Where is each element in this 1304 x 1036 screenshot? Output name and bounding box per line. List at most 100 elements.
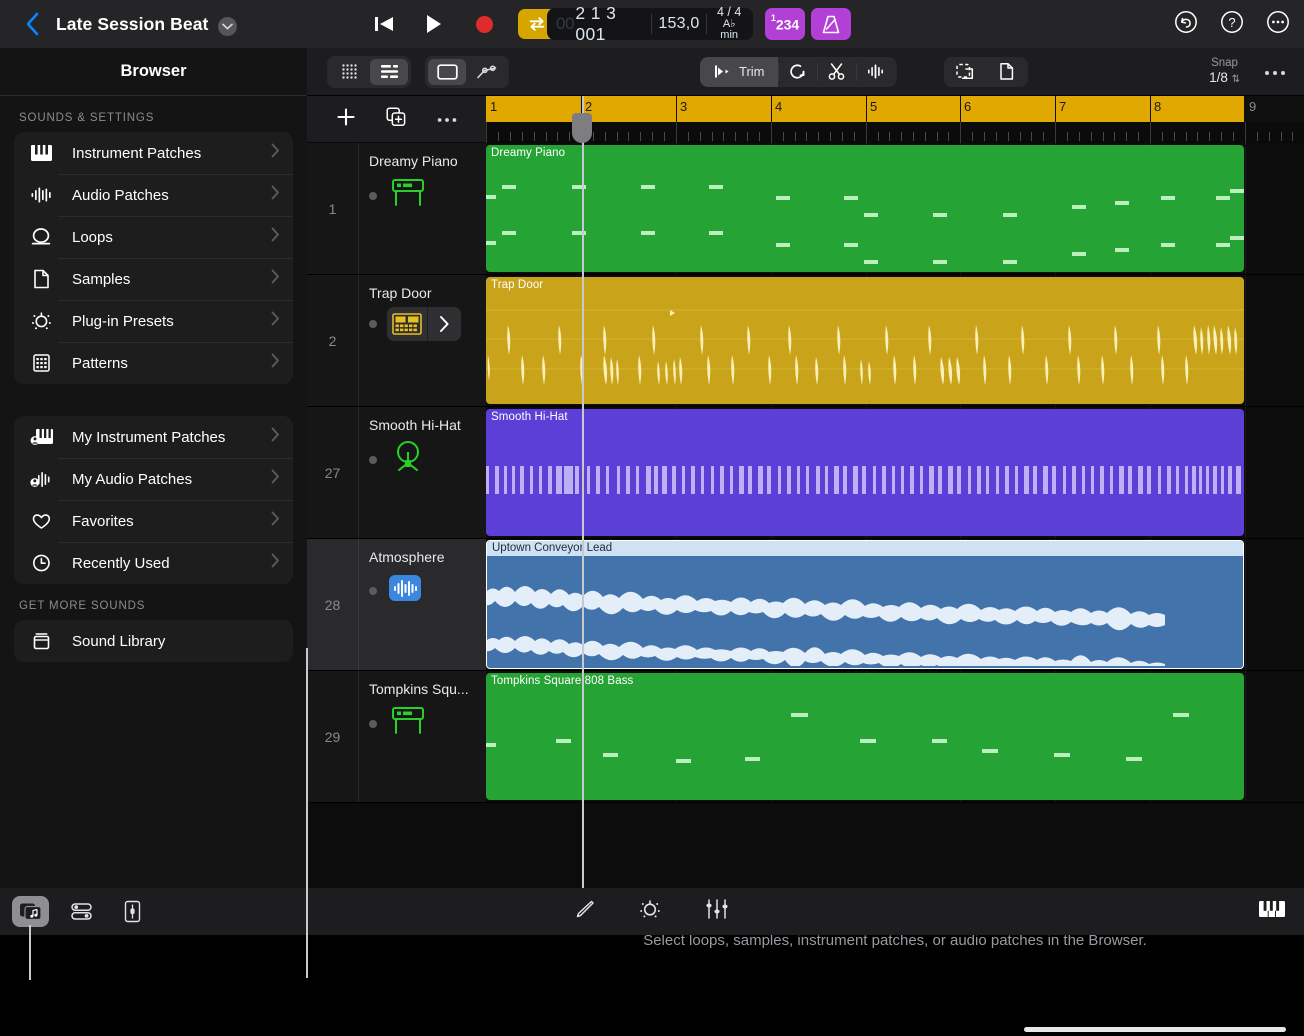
automation-icon: [477, 64, 497, 78]
fade-tool-button[interactable]: [855, 57, 897, 87]
track-info: Dreamy Piano: [359, 143, 486, 274]
count-in-label: 1234: [770, 12, 800, 33]
sidebar-item-patterns[interactable]: Patterns: [14, 342, 293, 384]
hihat-icon[interactable]: [387, 439, 429, 480]
count-in-button[interactable]: 1234: [765, 8, 805, 40]
select-all-button[interactable]: [944, 57, 986, 87]
playhead-handle[interactable]: [572, 113, 592, 143]
track-record-dot[interactable]: [369, 191, 377, 200]
electric-piano-icon[interactable]: [387, 703, 429, 744]
cells-view-button[interactable]: [330, 59, 368, 85]
record-icon: [475, 15, 493, 33]
region[interactable]: Tompkins Square 808 Bass: [486, 673, 1244, 800]
sidebar-item-my-instrument-patches[interactable]: My Instrument Patches: [14, 416, 293, 458]
help-button[interactable]: ?: [1220, 10, 1244, 39]
chevron-right-icon[interactable]: [427, 307, 461, 341]
loop-tool-button[interactable]: [777, 57, 817, 87]
instrument-button[interactable]: [387, 307, 461, 341]
track-lane[interactable]: Dreamy Piano: [486, 143, 1304, 274]
drummer-hits: [486, 309, 1244, 385]
sidebar-item-plugin-presets[interactable]: Plug-in Presets: [14, 300, 293, 342]
duplicate-track-button[interactable]: [386, 106, 406, 132]
chevron-right-icon: [271, 227, 280, 247]
track-record-dot[interactable]: [369, 320, 377, 328]
automation-button[interactable]: [468, 59, 506, 85]
track-list-more-button[interactable]: [437, 110, 457, 128]
play-button[interactable]: [418, 8, 450, 40]
view-mode-segment: [327, 55, 411, 88]
metronome-button[interactable]: [811, 8, 851, 40]
more-button[interactable]: [1266, 10, 1290, 39]
ruler-bar-label: 5: [870, 99, 878, 114]
knob-icon: [30, 311, 64, 331]
track-record-dot[interactable]: [369, 719, 377, 728]
region[interactable]: Trap Door: [486, 277, 1244, 404]
track-header[interactable]: 2 Trap Door: [307, 275, 486, 406]
track-header[interactable]: 29 Tompkins Squ...: [307, 671, 486, 802]
lcd-display[interactable]: 00 2 1 3 001 153,0 4 / 4 A♭ min: [547, 3, 753, 44]
pencil-button[interactable]: [574, 898, 596, 925]
back-button[interactable]: [12, 0, 52, 48]
sidebar-item-label: Audio Patches: [72, 186, 169, 204]
rewind-button[interactable]: [368, 8, 400, 40]
track-header[interactable]: 28 Atmosphere: [307, 539, 486, 670]
drum-machine-icon: [387, 307, 427, 341]
plugin-button[interactable]: [638, 898, 662, 925]
duplicate-button[interactable]: [986, 57, 1028, 87]
snap-label: Snap: [1211, 56, 1238, 69]
trim-tool-button[interactable]: Trim: [700, 56, 778, 87]
more-icon: [1267, 10, 1289, 33]
mixer-faders-button[interactable]: [704, 898, 730, 925]
track-record-dot[interactable]: [369, 455, 377, 464]
lcd-tempo: 153,0: [658, 15, 700, 32]
sidebar-item-samples[interactable]: Samples: [14, 258, 293, 300]
record-button[interactable]: [468, 8, 500, 40]
track-lane[interactable]: Smooth Hi-Hat: [486, 407, 1304, 538]
scissors-tool-button[interactable]: [816, 57, 856, 87]
keyboard-button[interactable]: [1258, 898, 1286, 925]
track-lane[interactable]: Trap Door: [486, 275, 1304, 406]
region[interactable]: Smooth Hi-Hat: [486, 409, 1244, 536]
undo-button[interactable]: [1174, 10, 1198, 39]
track-header[interactable]: 27 Smooth Hi-Hat: [307, 407, 486, 538]
browser-group-sounds-settings: Instrument Patches Audio Patches Loops S…: [14, 132, 293, 384]
audio-waveform-icon[interactable]: [387, 571, 423, 610]
sidebar-item-audio-patches[interactable]: Audio Patches: [14, 174, 293, 216]
tracks-view-button[interactable]: [370, 58, 408, 85]
add-track-button[interactable]: [336, 107, 356, 132]
sidebar-item-instrument-patches[interactable]: Instrument Patches: [14, 132, 293, 174]
pencil-icon: [576, 900, 594, 918]
track-record-dot[interactable]: [369, 586, 377, 595]
region-display-button[interactable]: [428, 58, 466, 85]
track-info: Tompkins Squ...: [359, 671, 486, 802]
sidebar-item-loops[interactable]: Loops: [14, 216, 293, 258]
bottom-right-buttons: [1258, 888, 1286, 935]
cycle-region[interactable]: [486, 96, 1244, 122]
sidebar-item-recently-used[interactable]: Recently Used: [14, 542, 293, 584]
bottom-bar: [0, 888, 1304, 935]
track-name: Smooth Hi-Hat: [369, 417, 461, 433]
timeline-ruler[interactable]: 1 2 3 4 5 6 7 8 9: [486, 96, 1304, 143]
track-header[interactable]: 1 Dreamy Piano: [307, 143, 486, 274]
track-lane[interactable]: Tompkins Square 808 Bass: [486, 671, 1304, 802]
sidebar-item-sound-library[interactable]: Sound Library: [14, 620, 293, 662]
region[interactable]: Uptown Conveyor Lead: [486, 540, 1244, 669]
track-list-header: [307, 96, 486, 143]
sidebar-item-favorites[interactable]: Favorites: [14, 500, 293, 542]
track-name: Trap Door: [369, 285, 432, 301]
track-number: 27: [307, 407, 359, 538]
playhead[interactable]: [582, 96, 584, 888]
browser-indicator-line: [29, 925, 31, 980]
project-menu-button[interactable]: [218, 16, 238, 36]
add-track-icon: [337, 107, 355, 126]
table-row: 28 Atmosphere Uptown Conveyor Lead: [307, 539, 1304, 671]
sidebar-item-label: Samples: [72, 270, 131, 288]
sidebar-item-my-audio-patches[interactable]: My Audio Patches: [14, 458, 293, 500]
section-label-get-more-sounds: GET MORE SOUNDS: [19, 600, 146, 612]
snap-control[interactable]: Snap 1/8 ⇅: [1209, 56, 1240, 87]
sidebar-resize-handle[interactable]: [306, 648, 308, 978]
workspace-more-button[interactable]: [1264, 63, 1286, 81]
track-lane[interactable]: Uptown Conveyor Lead: [486, 539, 1304, 670]
region[interactable]: Dreamy Piano: [486, 145, 1244, 272]
electric-piano-icon[interactable]: [387, 175, 429, 216]
